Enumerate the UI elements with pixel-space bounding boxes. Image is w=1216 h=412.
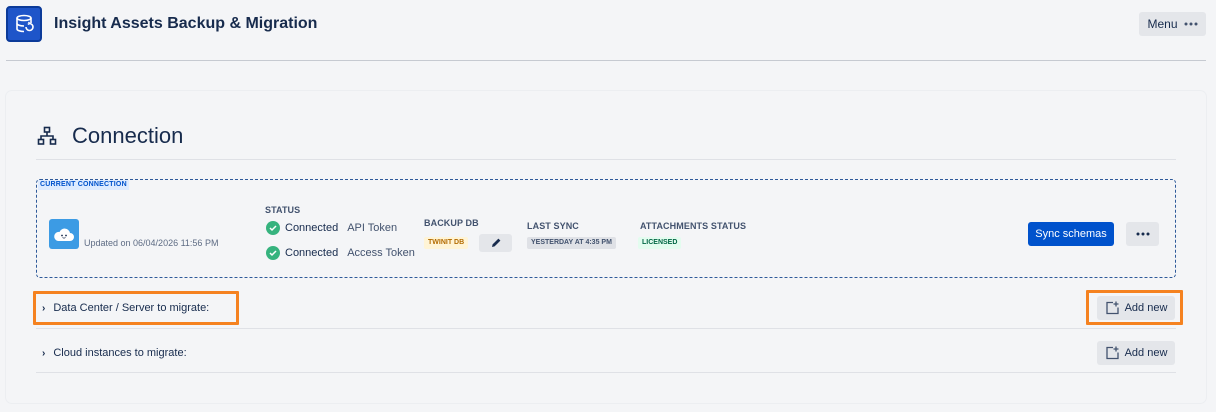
highlight-add-new bbox=[1086, 290, 1183, 325]
current-connection-tag: CURRENT CONNECTION bbox=[38, 180, 129, 190]
highlight-data-center bbox=[33, 291, 239, 325]
cloud-instances-label: Cloud instances to migrate: bbox=[53, 347, 187, 359]
backup-db-label: BACKUP DB bbox=[424, 218, 479, 228]
attachments-status-badge: LICENSED bbox=[638, 237, 682, 249]
connection-more-button[interactable] bbox=[1126, 222, 1159, 246]
menu-label: Menu bbox=[1147, 17, 1178, 31]
app-logo-icon bbox=[6, 6, 42, 42]
status-label: STATUS bbox=[265, 205, 301, 215]
chevron-right-icon: › bbox=[42, 347, 46, 359]
menu-button[interactable]: Menu bbox=[1139, 12, 1206, 36]
updated-timestamp: Updated on 06/04/2026 11:56 PM bbox=[84, 238, 219, 248]
status-type: Access Token bbox=[347, 247, 415, 259]
add-cloud-instance-button[interactable]: Add new bbox=[1097, 341, 1175, 365]
check-circle-icon bbox=[266, 246, 280, 260]
app-title: Insight Assets Backup & Migration bbox=[54, 15, 318, 32]
sync-schemas-button[interactable]: Sync schemas bbox=[1028, 222, 1114, 246]
status-item-access-token: Connected Access Token bbox=[266, 246, 415, 260]
attachments-status-label: ATTACHMENTS STATUS bbox=[640, 221, 747, 231]
header-divider bbox=[6, 60, 1206, 61]
edit-backup-db-button[interactable] bbox=[479, 234, 512, 252]
last-sync-badge: YESTERDAY AT 4:35 PM bbox=[527, 237, 616, 249]
current-connection-box bbox=[36, 179, 1176, 278]
cloud-face-icon bbox=[49, 219, 79, 249]
more-horizontal-icon bbox=[1136, 232, 1149, 236]
last-sync-label: LAST SYNC bbox=[527, 221, 579, 231]
status-item-api-token: Connected API Token bbox=[266, 221, 397, 235]
status-state: Connected bbox=[285, 247, 339, 259]
add-page-icon bbox=[1105, 346, 1119, 360]
cloud-instances-expand-toggle[interactable]: › Cloud instances to migrate: bbox=[42, 347, 187, 359]
status-state: Connected bbox=[285, 222, 339, 234]
hierarchy-icon bbox=[37, 126, 57, 145]
check-circle-icon bbox=[266, 221, 280, 235]
add-new-label: Add new bbox=[1124, 347, 1168, 359]
section-divider bbox=[36, 159, 1176, 160]
pencil-icon bbox=[491, 238, 500, 247]
backup-db-badge: TWINIT DB bbox=[424, 237, 469, 249]
row-divider bbox=[36, 372, 1176, 373]
more-horizontal-icon bbox=[1184, 22, 1198, 26]
top-bar: Insight Assets Backup & Migration Menu bbox=[0, 0, 1216, 48]
section-title: Connection bbox=[72, 123, 184, 148]
row-divider bbox=[36, 328, 1176, 329]
status-type: API Token bbox=[347, 222, 398, 234]
